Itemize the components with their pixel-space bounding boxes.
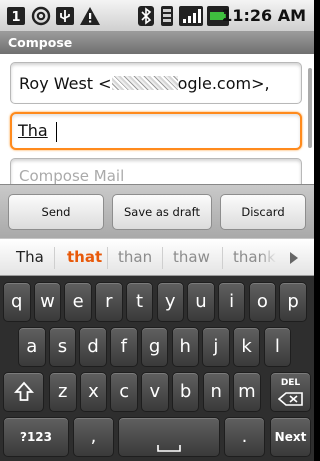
suggestion-item[interactable]: Tha xyxy=(16,239,44,276)
key-h[interactable]: h xyxy=(171,327,199,367)
soft-keyboard: qwertyuiop asdfghjkl zxcvbnm DEL ?123 , … xyxy=(0,276,314,461)
action-bar: Send Save as draft Discard xyxy=(0,184,314,238)
discard-button[interactable]: Discard xyxy=(220,194,306,230)
key-z[interactable]: z xyxy=(49,372,77,412)
key-m[interactable]: m xyxy=(233,372,261,412)
clock: 11:26 AM xyxy=(221,6,306,25)
suggestion-item[interactable]: thaw xyxy=(173,239,210,276)
key-o[interactable]: o xyxy=(248,282,277,322)
warning-icon xyxy=(79,5,101,27)
key-a[interactable]: a xyxy=(18,327,46,367)
to-field[interactable]: Roy West < ogle.com>, xyxy=(10,62,302,104)
cc-field[interactable]: Tha xyxy=(10,112,302,150)
page-title: Compose xyxy=(8,35,73,50)
vibrate-icon xyxy=(160,5,174,27)
key-w[interactable]: w xyxy=(33,282,62,322)
status-bar: 1 11:26 AM xyxy=(0,0,314,32)
suggestion-item[interactable]: than xyxy=(118,239,152,276)
key-d[interactable]: d xyxy=(79,327,107,367)
suggestion-item[interactable]: thank xyxy=(233,239,277,276)
key-g[interactable]: g xyxy=(140,327,169,367)
divider xyxy=(54,247,55,269)
suggestion-strip: Tha that than thaw thank xyxy=(0,238,314,276)
key-x[interactable]: x xyxy=(79,372,108,412)
at-icon xyxy=(31,5,51,27)
bluetooth-icon xyxy=(138,5,154,27)
key-y[interactable]: y xyxy=(156,282,184,322)
to-name: Roy West < xyxy=(19,74,112,93)
svg-text:1: 1 xyxy=(11,10,20,25)
key-u[interactable]: u xyxy=(187,282,215,322)
key-p[interactable]: p xyxy=(279,282,307,322)
cc-field-value: Tha xyxy=(18,121,48,140)
signal-icon xyxy=(179,5,203,27)
more-suggestions-icon[interactable] xyxy=(290,252,298,264)
to-domain: ogle.com>, xyxy=(177,74,270,93)
key-r[interactable]: r xyxy=(95,282,123,322)
text-cursor xyxy=(56,122,57,142)
usb-icon xyxy=(55,5,75,27)
key-l[interactable]: l xyxy=(263,327,292,367)
period-key[interactable]: . xyxy=(224,417,265,457)
key-t[interactable]: t xyxy=(125,282,154,322)
comma-key[interactable]: , xyxy=(73,417,114,457)
subject-placeholder: Compose Mail xyxy=(19,167,125,184)
title-bar: Compose xyxy=(0,32,314,54)
send-button[interactable]: Send xyxy=(8,194,104,230)
delete-key[interactable]: DEL xyxy=(270,372,311,412)
symbols-key[interactable]: ?123 xyxy=(3,417,69,457)
save-as-draft-button[interactable]: Save as draft xyxy=(112,194,212,230)
suggestion-item[interactable]: that xyxy=(67,239,102,276)
key-f[interactable]: f xyxy=(110,327,138,367)
key-k[interactable]: k xyxy=(232,327,261,367)
key-j[interactable]: j xyxy=(202,327,230,367)
next-key[interactable]: Next xyxy=(270,417,311,457)
divider xyxy=(162,247,163,269)
subject-field[interactable]: Compose Mail xyxy=(10,158,302,184)
compose-form: Roy West < ogle.com>, Tha Compose Mail xyxy=(0,54,314,184)
divider xyxy=(222,247,223,269)
key-c[interactable]: c xyxy=(110,372,138,412)
scrollbar[interactable] xyxy=(308,68,312,148)
key-b[interactable]: b xyxy=(171,372,200,412)
redacted-email xyxy=(111,76,178,90)
key-e[interactable]: e xyxy=(64,282,92,322)
shift-key[interactable] xyxy=(3,372,44,412)
key-n[interactable]: n xyxy=(202,372,230,412)
divider xyxy=(107,247,108,269)
notification-icon: 1 xyxy=(6,5,26,27)
key-q[interactable]: q xyxy=(3,282,31,322)
to-field-value: Roy West < ogle.com>, xyxy=(19,63,270,105)
key-v[interactable]: v xyxy=(141,372,169,412)
key-s[interactable]: s xyxy=(48,327,77,367)
space-key[interactable] xyxy=(118,417,220,457)
key-i[interactable]: i xyxy=(217,282,246,322)
